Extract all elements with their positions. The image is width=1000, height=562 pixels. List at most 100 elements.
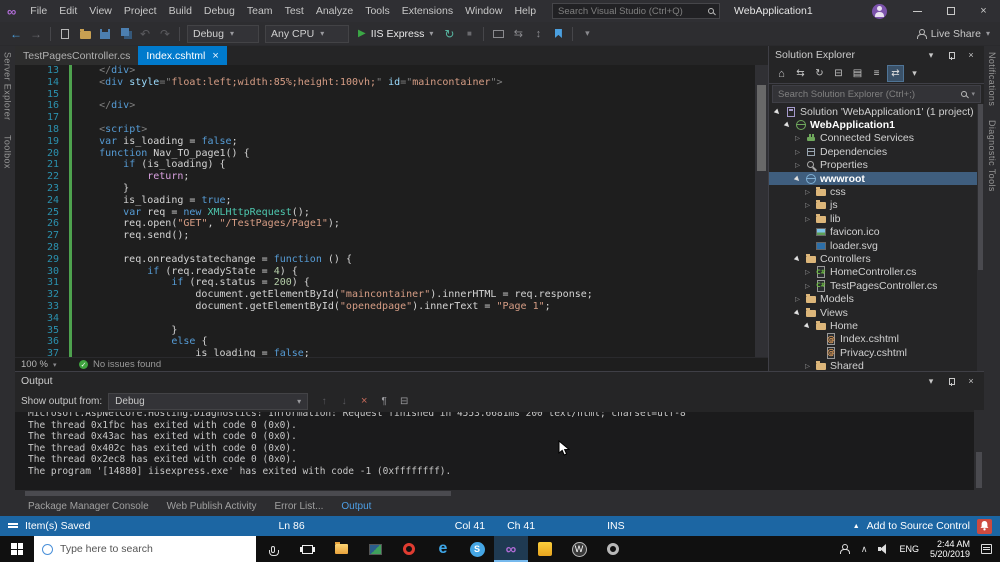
code-line[interactable]: else { [75,336,755,348]
output-horizontal-scrollbar[interactable] [15,490,984,497]
code-line[interactable]: return; [75,171,755,183]
menu-edit[interactable]: Edit [53,0,83,22]
expander-collapsed-icon[interactable]: ▷ [803,268,812,276]
solution-configuration-dropdown[interactable]: Debug ▾ [187,24,259,43]
line-number[interactable]: 36 [15,336,59,348]
tree-item[interactable]: ▷ Connected Services [769,132,984,145]
toolbar-overflow-chevron[interactable]: ▾ [577,24,597,44]
code-line[interactable]: var req = new XMLHttpRequest(); [75,207,755,219]
code-line[interactable]: } [75,325,755,337]
wordpress-icon[interactable]: W [562,536,596,562]
yellow-app-icon[interactable] [528,536,562,562]
show-all-files-icon[interactable]: ▤ [849,65,866,82]
menu-build[interactable]: Build [163,0,198,22]
expander-expanded-icon[interactable]: ▶ [781,119,793,131]
expander-collapsed-icon[interactable]: ▷ [803,362,812,370]
line-number[interactable]: 26 [15,218,59,230]
line-number[interactable]: 16 [15,100,59,112]
line-number[interactable]: 25 [15,207,59,219]
menu-window[interactable]: Window [459,0,508,22]
tree-item[interactable]: ▷ Shared [769,359,984,371]
edge-icon[interactable]: e [426,536,460,562]
new-file-icon[interactable] [55,24,75,44]
settings-app-icon[interactable] [596,536,630,562]
zoom-dropdown[interactable]: 100 % ▾ [21,359,73,370]
close-tab-icon[interactable]: × [212,50,218,62]
menu-tools[interactable]: Tools [359,0,396,22]
solution-platform-dropdown[interactable]: Any CPU ▾ [265,24,349,43]
panel-tab-package-manager-console[interactable]: Package Manager Console [28,501,149,512]
code-line[interactable]: function Nav_TO_page1() { [75,148,755,160]
code-line[interactable]: is_loading = false; [75,348,755,357]
clock[interactable]: 2:44 AM 5/20/2019 [930,539,970,559]
forward-icon[interactable]: → [26,24,46,44]
microphone-button[interactable] [256,536,290,562]
menu-test[interactable]: Test [279,0,310,22]
tree-item[interactable]: ▷ lib [769,212,984,225]
code-line[interactable] [75,313,755,325]
quick-search-box[interactable]: Search Visual Studio (Ctrl+Q) [552,3,721,19]
sync-active-document-icon[interactable]: ⇄ [887,65,904,82]
background-tasks-icon[interactable] [8,522,18,530]
tree-item[interactable]: ▶ Controllers [769,252,984,265]
start-button[interactable] [0,536,34,562]
line-number[interactable]: 18 [15,124,59,136]
tree-item[interactable]: favicon.ico [769,226,984,239]
code-line[interactable]: if (is_loading) { [75,159,755,171]
line-number[interactable]: 32 [15,289,59,301]
code-line[interactable]: document.getElementById("maincontainer")… [75,289,755,301]
chevron-down-icon[interactable]: ▾ [924,48,938,62]
editor-tab[interactable]: Index.cshtml × [138,46,227,65]
editor-tab[interactable]: TestPagesController.cs [15,46,139,65]
switch-views-icon[interactable]: ⇆ [792,65,809,82]
compare-icon[interactable]: ⇆ [508,24,528,44]
line-number[interactable]: 15 [15,89,59,101]
code-line[interactable]: </div> [75,65,755,77]
code-line[interactable]: <script> [75,124,755,136]
word-wrap-icon[interactable]: ¶ [374,391,394,411]
skype-icon[interactable]: S [460,536,494,562]
tree-item[interactable]: ▶ wwwroot [769,171,984,186]
expander-expanded-icon[interactable]: ▶ [791,307,803,319]
collapse-all-icon[interactable]: ⊟ [830,65,847,82]
file-explorer-icon[interactable] [324,536,358,562]
editor-vertical-scrollbar[interactable] [755,65,768,357]
opera-icon[interactable] [392,536,426,562]
save-all-icon[interactable] [115,24,135,44]
notifications-bell-icon[interactable] [976,518,992,534]
code-line[interactable]: <div style="float:left;width:85%;height:… [75,77,755,89]
properties-icon[interactable]: ≡ [868,65,885,82]
close-icon[interactable]: × [964,374,978,388]
menu-file[interactable]: File [24,0,53,22]
visual-studio-icon[interactable]: ∞ [494,536,528,562]
line-number[interactable]: 37 [15,348,59,357]
code-line[interactable]: is_loading = true; [75,195,755,207]
expander-collapsed-icon[interactable]: ▷ [803,215,812,223]
action-center-icon[interactable] [981,544,992,554]
line-number[interactable]: 33 [15,301,59,313]
pending-changes-icon[interactable]: ↻ [811,65,828,82]
panel-tab-output[interactable]: Output [341,501,371,512]
side-tab-toolbox[interactable]: Toolbox [3,135,13,169]
menu-analyze[interactable]: Analyze [310,0,359,22]
volume-icon[interactable] [878,544,888,554]
output-vertical-scrollbar[interactable] [974,410,984,490]
find-next-icon[interactable]: ↓ [334,391,354,411]
code-line[interactable]: } [75,183,755,195]
pin-icon[interactable] [944,374,958,388]
column-indicator[interactable]: Col 41 [455,520,485,532]
line-number[interactable]: 21 [15,159,59,171]
start-debugging-button[interactable]: ▶ IIS Express ▾ [358,28,433,40]
line-number[interactable]: 17 [15,112,59,124]
line-indicator[interactable]: Ln 86 [278,520,304,532]
people-icon[interactable] [839,544,851,554]
menu-help[interactable]: Help [508,0,542,22]
close-icon[interactable]: × [964,48,978,62]
line-number[interactable]: 20 [15,148,59,160]
close-button[interactable]: × [967,0,1000,22]
back-icon[interactable]: ← [6,24,26,44]
expander-collapsed-icon[interactable]: ▷ [803,201,812,209]
expander-collapsed-icon[interactable]: ▷ [803,188,812,196]
tree-item[interactable]: ▷ js [769,199,984,212]
expander-collapsed-icon[interactable]: ▷ [793,295,802,303]
